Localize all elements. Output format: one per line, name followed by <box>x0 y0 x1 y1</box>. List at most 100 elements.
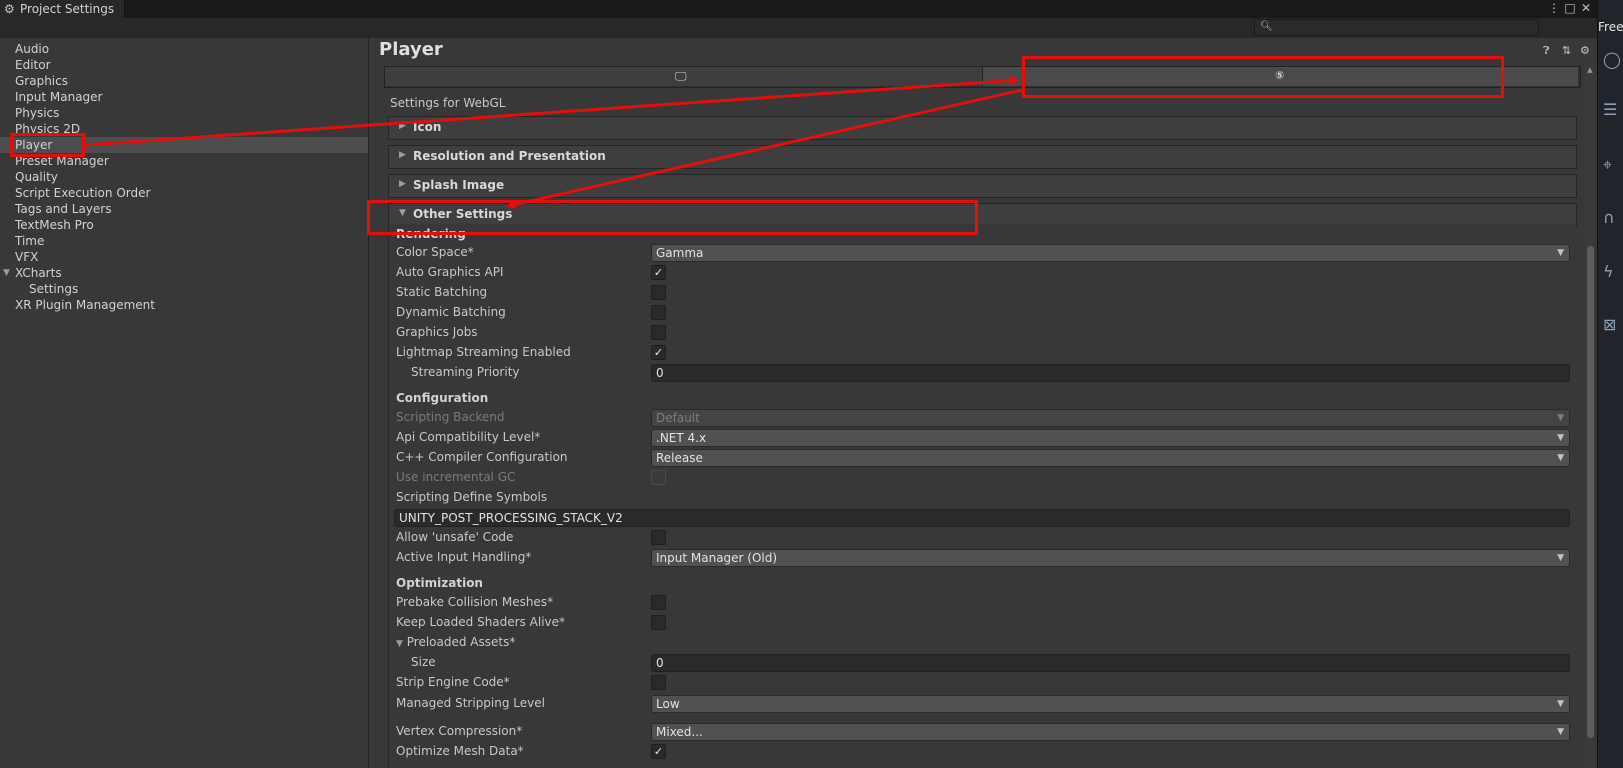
page-title: Player <box>379 39 443 60</box>
sidebar-item-time[interactable]: Time <box>0 233 368 249</box>
cpp-compiler-config-label: C++ Compiler Configuration <box>396 450 568 464</box>
auto-graphics-api-checkbox[interactable]: ✓ <box>651 265 666 280</box>
close-box-icon[interactable]: ⊠ <box>1603 315 1616 334</box>
sidebar-item-quality[interactable]: Quality <box>0 169 368 185</box>
chevron-down-icon: ▼ <box>1557 553 1564 563</box>
sidebar-item-label: Tags and Layers <box>15 202 112 216</box>
gear-icon: ⚙ <box>4 2 15 16</box>
section-configuration: Configuration <box>396 391 489 405</box>
unsafe-code-checkbox[interactable] <box>651 530 666 545</box>
cpp-compiler-config-dropdown[interactable]: Release ▼ <box>651 449 1570 467</box>
foldout-label: Splash Image <box>413 178 505 192</box>
section-optimization: Optimization <box>396 576 483 590</box>
scrollbar-thumb[interactable] <box>1587 246 1594 738</box>
maximize-icon[interactable]: □ <box>1563 0 1577 16</box>
foldout-resolution-and-presentation[interactable]: ▶ Resolution and Presentation <box>388 145 1577 169</box>
sidebar-item-textmesh-pro[interactable]: TextMesh Pro <box>0 217 368 233</box>
search-icon[interactable]: ◯ <box>1603 50 1621 69</box>
tab-standalone[interactable]: 🖵 <box>385 67 983 86</box>
chevron-down-icon: ▼ <box>1557 248 1564 258</box>
api-compatibility-dropdown[interactable]: .NET 4.x ▼ <box>651 429 1570 447</box>
lightmap-streaming-label: Lightmap Streaming Enabled <box>396 345 571 359</box>
foldout-label: Icon <box>413 120 442 134</box>
sidebar-item-label: Script Execution Order <box>15 186 151 200</box>
help-icon[interactable]: ❓︎ <box>1543 44 1550 58</box>
sidebar-item-script-execution-order[interactable]: Script Execution Order <box>0 185 368 201</box>
graphics-jobs-checkbox[interactable] <box>651 325 666 340</box>
sidebar-item-graphics[interactable]: Graphics <box>0 73 368 89</box>
side-strip-text: Free <box>1598 20 1623 34</box>
foldout-icon[interactable]: ▶ Icon <box>388 116 1577 140</box>
scroll-up-icon[interactable]: ▲ <box>1585 66 1595 76</box>
preloaded-assets-foldout[interactable]: ▼ Preloaded Assets* <box>396 635 515 649</box>
sidebar-item-label: Audio <box>15 42 50 56</box>
color-space-dropdown[interactable]: Gamma ▼ <box>651 244 1570 262</box>
sidebar-item-editor[interactable]: Editor <box>0 57 368 73</box>
input-handling-dropdown[interactable]: Input Manager (Old) ▼ <box>651 549 1570 567</box>
sidebar-item-label: Settings <box>29 282 79 296</box>
preset-icon[interactable]: ⇅ <box>1562 44 1571 57</box>
sidebar-item-input-manager[interactable]: Input Manager <box>0 89 368 105</box>
dropdown-value: Low <box>656 697 680 711</box>
define-symbols-label: Scripting Define Symbols <box>396 490 548 504</box>
settings-for-label: Settings for WebGL <box>390 96 506 110</box>
collapsed-arrow-icon: ▶ <box>399 150 406 160</box>
sidebar-item-label: Editor <box>15 58 51 72</box>
server-icon[interactable]: ☰ <box>1603 100 1617 119</box>
dropdown-value: Input Manager (Old) <box>656 551 778 565</box>
optimize-mesh-checkbox[interactable]: ✓ <box>651 744 666 759</box>
size-field[interactable]: 0 <box>651 654 1570 672</box>
sidebar-item-xr-plugin-management[interactable]: XR Plugin Management <box>0 297 368 313</box>
expand-arrow-icon[interactable]: ▼ <box>3 265 10 281</box>
magnet-icon[interactable]: ∩ <box>1603 208 1615 227</box>
size-label: Size <box>411 655 436 669</box>
streaming-priority-field[interactable]: 0 <box>651 364 1570 382</box>
prebake-collision-checkbox[interactable] <box>651 595 666 610</box>
sidebar-item-tags-and-layers[interactable]: Tags and Layers <box>0 201 368 217</box>
incremental-gc-label: Use incremental GC <box>396 470 516 484</box>
auto-graphics-api-label: Auto Graphics API <box>396 265 504 279</box>
sidebar-item-xcharts-settings[interactable]: Settings <box>0 281 368 297</box>
managed-stripping-dropdown[interactable]: Low ▼ <box>651 695 1570 713</box>
sidebar-item-audio[interactable]: Audio <box>0 41 368 57</box>
strip-engine-checkbox[interactable] <box>651 675 666 690</box>
chevron-down-icon: ▼ <box>1557 727 1564 737</box>
annotation-box-webgl-tab <box>1022 56 1504 98</box>
sidebar-item-vfx[interactable]: VFX <box>0 249 368 265</box>
chevron-down-icon: ▼ <box>1557 433 1564 443</box>
map-pin-icon[interactable]: ⌖ <box>1603 155 1612 175</box>
side-panel-strip: Free ◯ ☰ ⌖ ∩ ϟ ⊠ <box>1597 0 1623 768</box>
expanded-arrow-icon: ▼ <box>396 639 403 649</box>
window-title: Project Settings <box>20 2 115 16</box>
sidebar-item-label: Physics <box>15 106 60 120</box>
keep-shaders-checkbox[interactable] <box>651 615 666 630</box>
vertex-compression-dropdown[interactable]: Mixed... ▼ <box>651 723 1570 741</box>
sidebar-item-label: TextMesh Pro <box>15 218 94 232</box>
keep-shaders-label: Keep Loaded Shaders Alive* <box>396 615 566 629</box>
static-batching-checkbox[interactable] <box>651 285 666 300</box>
lightmap-streaming-checkbox[interactable]: ✓ <box>651 345 666 360</box>
dynamic-batching-checkbox[interactable] <box>651 305 666 320</box>
search-input[interactable]: 🔍︎ <box>1254 19 1539 36</box>
close-icon[interactable]: ✕ <box>1579 0 1593 16</box>
chevron-down-icon: ▼ <box>1557 453 1564 463</box>
define-symbols-field[interactable]: UNITY_POST_PROCESSING_STACK_V2 <box>394 509 1570 527</box>
graphics-jobs-label: Graphics Jobs <box>396 325 478 339</box>
sidebar-item-label: Input Manager <box>15 90 103 104</box>
sidebar-item-xcharts[interactable]: ▼ XCharts <box>0 265 368 281</box>
window-tab[interactable]: ⚙ Project Settings <box>0 0 125 18</box>
sidebar-item-physics[interactable]: Physics <box>0 105 368 121</box>
chevron-down-icon: ▼ <box>1557 699 1564 709</box>
foldout-splash-image[interactable]: ▶ Splash Image <box>388 174 1577 198</box>
optimize-mesh-label: Optimize Mesh Data* <box>396 744 524 758</box>
lightning-icon[interactable]: ϟ <box>1603 262 1614 281</box>
dropdown-value: Default <box>656 411 700 425</box>
preloaded-assets-label: Preloaded Assets* <box>406 635 516 649</box>
annotation-box-player <box>10 133 85 157</box>
more-vert-icon[interactable]: ⋮ <box>1547 0 1561 16</box>
settings-gear-icon[interactable]: ⚙ <box>1580 44 1590 57</box>
color-space-label: Color Space* <box>396 245 474 259</box>
foldout-label: Resolution and Presentation <box>413 149 606 163</box>
sidebar-item-label: Graphics <box>15 74 68 88</box>
field-value: 0 <box>656 366 664 380</box>
